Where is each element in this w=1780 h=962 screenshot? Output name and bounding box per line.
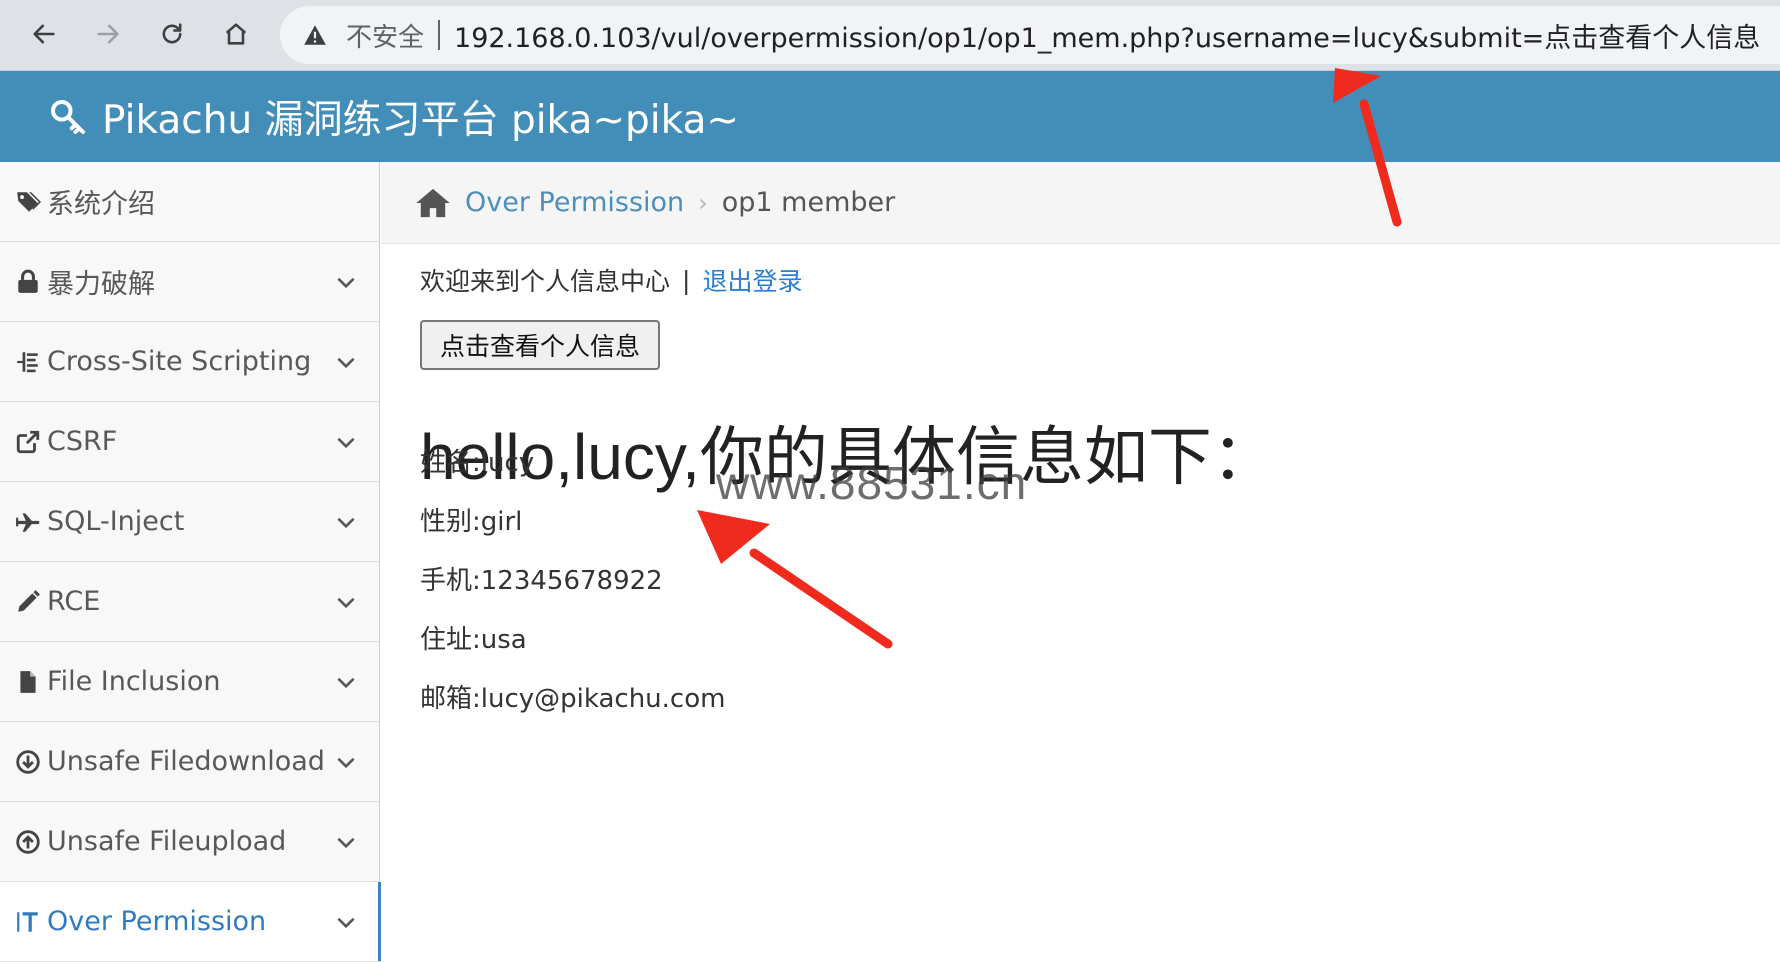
breadcrumb-separator-icon: › [698,188,708,217]
sidebar-item-brute-force[interactable]: 暴力破解 [0,242,379,322]
home-button[interactable] [216,14,256,54]
sidebar-item-label: CSRF [47,426,118,457]
chevron-down-icon[interactable] [333,909,359,935]
welcome-line: 欢迎来到个人信息中心 | 退出登录 [420,262,802,298]
arrow-right-icon [97,24,119,44]
app-title[interactable]: Pikachu 漏洞练习平台 pika~pika~ [102,89,739,145]
lock-icon [18,269,38,293]
sidebar-item-csrf[interactable]: CSRF [0,402,379,482]
forward-button[interactable] [88,14,128,54]
sidebar-item-label: 系统介绍 [47,189,155,220]
security-status[interactable]: 不安全 [346,17,424,54]
logout-link[interactable]: 退出登录 [702,262,802,298]
text-cursor-icon [17,911,38,932]
annotation-arrow-heading [697,510,893,649]
warning-icon [304,25,326,45]
breadcrumb: Over Permission › op1 member [381,162,1780,244]
chevron-down-icon[interactable] [333,429,359,455]
app-header: Pikachu 漏洞练习平台 pika~pika~ [0,71,1780,162]
share-icon [16,430,40,453]
chevron-down-icon[interactable] [333,269,359,295]
sidebar-item-label: 暴力破解 [47,269,155,300]
key-icon [51,99,85,134]
download-circle-icon [16,749,40,774]
chevron-down-icon[interactable] [333,829,359,855]
sidebar-item-xss[interactable]: Cross-Site Scripting [0,322,379,402]
breadcrumb-link-over-permission[interactable]: Over Permission [465,187,684,218]
chevron-down-icon[interactable] [333,349,359,375]
info-address: 住址:usa [420,625,527,655]
sidebar-item-unsafe-fileupload[interactable]: Unsafe Fileupload [0,802,379,882]
url-text[interactable]: 192.168.0.103/vul/overpermission/op1/op1… [454,16,1760,55]
home-icon [225,23,247,45]
sidebar-item-rce[interactable]: RCE [0,562,379,642]
welcome-text: 欢迎来到个人信息中心 [420,267,671,296]
list-icon [17,351,38,372]
arrow-left-icon [33,24,55,44]
info-gender: 性别:girl [420,507,523,537]
browser-toolbar: 不安全 192.168.0.103/vul/overpermission/op1… [0,0,1780,71]
reload-button[interactable] [152,14,192,54]
info-email: 邮箱:lucy@pikachu.com [420,684,726,714]
view-profile-button[interactable]: 点击查看个人信息 [420,320,660,370]
plane-icon [16,512,40,532]
sidebar-item-label: Over Permission [47,906,267,937]
tags-icon [17,191,41,212]
sidebar-item-sql-inject[interactable]: SQL-Inject [0,482,379,562]
pencil-icon [18,589,40,612]
chevron-down-icon[interactable] [333,669,359,695]
chevron-down-icon[interactable] [333,509,359,535]
sidebar-item-system-intro[interactable]: 系统介绍 [0,162,379,242]
info-name: 姓名:lucy [420,448,535,478]
file-icon [20,670,36,693]
sidebar: 系统介绍 暴力破解 Cross-Site Scripting CSRF SQL-… [0,162,381,962]
sidebar-item-label: RCE [47,586,101,617]
reload-icon [162,23,182,44]
home-icon[interactable] [415,187,451,219]
sidebar-item-file-inclusion[interactable]: File Inclusion [0,642,379,722]
divider: | [682,265,691,295]
chevron-down-icon[interactable] [333,589,359,615]
upload-circle-icon [16,829,40,854]
address-bar[interactable]: 不安全 192.168.0.103/vul/overpermission/op1… [280,6,1780,64]
sidebar-item-unsafe-filedownload[interactable]: Unsafe Filedownload [0,722,379,802]
sidebar-item-over-permission[interactable]: Over Permission [0,882,381,962]
sidebar-item-label: Unsafe Fileupload [47,826,287,857]
sidebar-item-label: Unsafe Filedownload [47,746,325,777]
watermark: www.88531.cn [716,457,1028,509]
breadcrumb-current: op1 member [721,187,896,218]
divider [438,20,441,50]
chevron-down-icon[interactable] [333,749,359,775]
sidebar-item-label: SQL-Inject [47,506,185,537]
sidebar-item-label: Cross-Site Scripting [47,346,312,377]
back-button[interactable] [24,14,64,54]
info-phone: 手机:12345678922 [420,566,663,596]
sidebar-item-label: File Inclusion [47,666,221,697]
